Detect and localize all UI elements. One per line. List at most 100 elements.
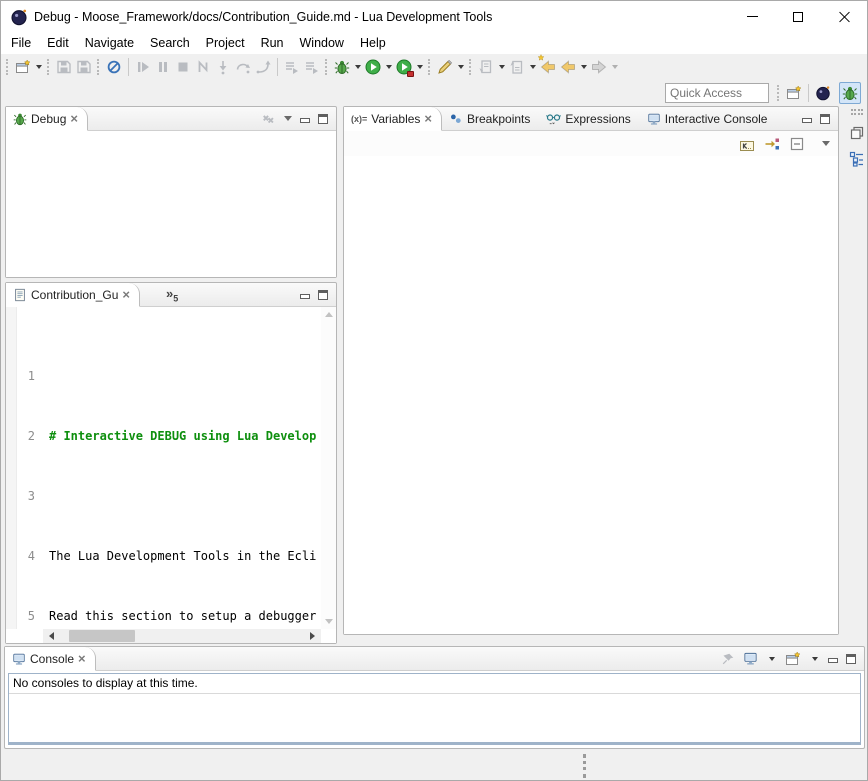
line-text[interactable]: Read this section to setup a debugger xyxy=(42,609,321,624)
minimize-view-icon[interactable] xyxy=(802,114,812,123)
maximize-button[interactable] xyxy=(775,1,821,32)
tab-breakpoints[interactable]: Breakpoints xyxy=(442,107,539,130)
minimize-view-icon[interactable] xyxy=(828,654,838,663)
horizontal-scrollbar[interactable] xyxy=(43,629,321,643)
sash-drag-handle[interactable] xyxy=(583,754,586,778)
line-text[interactable] xyxy=(42,489,321,504)
dropdown-arrow-icon[interactable] xyxy=(530,65,536,69)
menu-item[interactable]: Search xyxy=(142,33,198,53)
dropdown-arrow-icon[interactable] xyxy=(612,65,618,69)
menu-item[interactable]: Help xyxy=(352,33,394,53)
dropdown-arrow-icon[interactable] xyxy=(581,65,587,69)
dropdown-arrow-icon[interactable] xyxy=(355,65,361,69)
close-tab-icon[interactable]: × xyxy=(78,654,86,664)
scroll-up-icon[interactable] xyxy=(325,312,333,317)
save-all-button[interactable] xyxy=(74,56,94,78)
dropdown-arrow-icon[interactable] xyxy=(36,65,42,69)
dropdown-arrow-icon[interactable] xyxy=(386,65,392,69)
tab-debug[interactable]: Debug × xyxy=(6,107,88,131)
separator xyxy=(47,59,50,75)
resume-button[interactable] xyxy=(133,56,153,78)
terminate-button[interactable] xyxy=(173,56,193,78)
maximize-view-icon[interactable] xyxy=(318,114,328,124)
remove-all-terminated-icon[interactable] xyxy=(262,112,276,126)
minimize-button[interactable] xyxy=(729,1,775,32)
view-menu-icon[interactable] xyxy=(822,141,830,146)
back-button[interactable] xyxy=(558,56,578,78)
tab-contribution-guide[interactable]: Contribution_Gu × xyxy=(6,283,140,307)
maximize-icon xyxy=(793,12,803,22)
menu-item[interactable]: File xyxy=(3,33,39,53)
close-tab-icon[interactable]: × xyxy=(122,290,130,300)
debug-view-content[interactable] xyxy=(6,131,336,277)
show-type-names-icon[interactable] xyxy=(739,136,755,152)
ldt-perspective-button[interactable] xyxy=(813,82,833,104)
line-text[interactable] xyxy=(42,369,321,384)
dropdown-arrow-icon[interactable] xyxy=(812,657,818,661)
dropdown-arrow-icon[interactable] xyxy=(458,65,464,69)
scrollbar-thumb[interactable] xyxy=(69,630,135,642)
step-into-button[interactable] xyxy=(213,56,233,78)
menu-item[interactable]: Window xyxy=(292,33,352,53)
dropdown-arrow-icon[interactable] xyxy=(499,65,505,69)
display-selected-console-icon[interactable] xyxy=(743,651,758,666)
last-edit-location-button[interactable] xyxy=(538,56,558,78)
console-content[interactable]: No consoles to display at this time. xyxy=(8,673,861,745)
open-search-dialog-button[interactable] xyxy=(435,56,455,78)
restore-views-icon[interactable] xyxy=(849,125,865,141)
drop-to-frame-button[interactable] xyxy=(302,56,322,78)
close-button[interactable] xyxy=(821,1,867,32)
drag-handle[interactable] xyxy=(851,109,863,115)
menu-item[interactable]: Project xyxy=(198,33,253,53)
editor-body[interactable]: 1 2 # Interactive DEBUG using Lua Develo… xyxy=(6,307,336,643)
skip-all-breakpoints-button[interactable] xyxy=(104,56,124,78)
debug-perspective-button[interactable] xyxy=(839,82,861,104)
quick-access-input[interactable] xyxy=(665,83,769,103)
view-menu-icon[interactable] xyxy=(284,116,292,121)
use-step-filters-button[interactable] xyxy=(282,56,302,78)
tab-expressions[interactable]: Expressions xyxy=(539,107,639,130)
scroll-down-icon[interactable] xyxy=(325,619,333,624)
step-return-button[interactable] xyxy=(253,56,273,78)
tab-interactive-console[interactable]: Interactive Console xyxy=(640,107,777,130)
more-editors-icon[interactable]: »5 xyxy=(166,286,178,304)
next-annotation-button[interactable] xyxy=(476,56,496,78)
minimize-view-icon[interactable] xyxy=(300,290,310,299)
open-perspective-button[interactable] xyxy=(784,82,804,104)
external-tools-button[interactable] xyxy=(394,56,414,78)
save-button[interactable] xyxy=(54,56,74,78)
line-text[interactable]: The Lua Development Tools in the Ecli xyxy=(42,549,321,564)
dropdown-arrow-icon[interactable] xyxy=(769,657,775,661)
scroll-left-icon[interactable] xyxy=(49,632,54,640)
close-tab-icon[interactable]: × xyxy=(70,114,78,124)
close-tab-icon[interactable]: × xyxy=(424,114,432,124)
variables-view-content[interactable] xyxy=(344,156,838,634)
show-logical-structure-icon[interactable] xyxy=(764,136,780,152)
line-text[interactable]: # Interactive DEBUG using Lua Develop xyxy=(42,429,321,444)
menu-item[interactable]: Edit xyxy=(39,33,77,53)
new-wizard-button[interactable] xyxy=(13,56,33,78)
run-button[interactable] xyxy=(363,56,383,78)
collapse-all-icon[interactable] xyxy=(789,136,805,152)
minimize-view-icon[interactable] xyxy=(300,114,310,123)
scroll-right-icon[interactable] xyxy=(310,632,315,640)
tab-variables[interactable]: (x)= Variables × xyxy=(344,107,442,131)
forward-icon xyxy=(591,59,607,75)
menu-item[interactable]: Navigate xyxy=(77,33,142,53)
step-over-button[interactable] xyxy=(233,56,253,78)
maximize-view-icon[interactable] xyxy=(820,114,830,124)
menu-item[interactable]: Run xyxy=(253,33,292,53)
disconnect-button[interactable] xyxy=(193,56,213,78)
forward-button[interactable] xyxy=(589,56,609,78)
open-console-icon[interactable] xyxy=(785,651,801,667)
maximize-view-icon[interactable] xyxy=(846,654,856,664)
vertical-scrollbar[interactable] xyxy=(321,307,336,629)
dropdown-arrow-icon[interactable] xyxy=(417,65,423,69)
pin-console-icon[interactable] xyxy=(721,652,735,666)
maximize-view-icon[interactable] xyxy=(318,290,328,300)
debug-button[interactable] xyxy=(332,56,352,78)
suspend-button[interactable] xyxy=(153,56,173,78)
previous-annotation-button[interactable] xyxy=(507,56,527,78)
outline-view-icon[interactable] xyxy=(849,151,865,167)
tab-console[interactable]: Console × xyxy=(5,647,96,671)
